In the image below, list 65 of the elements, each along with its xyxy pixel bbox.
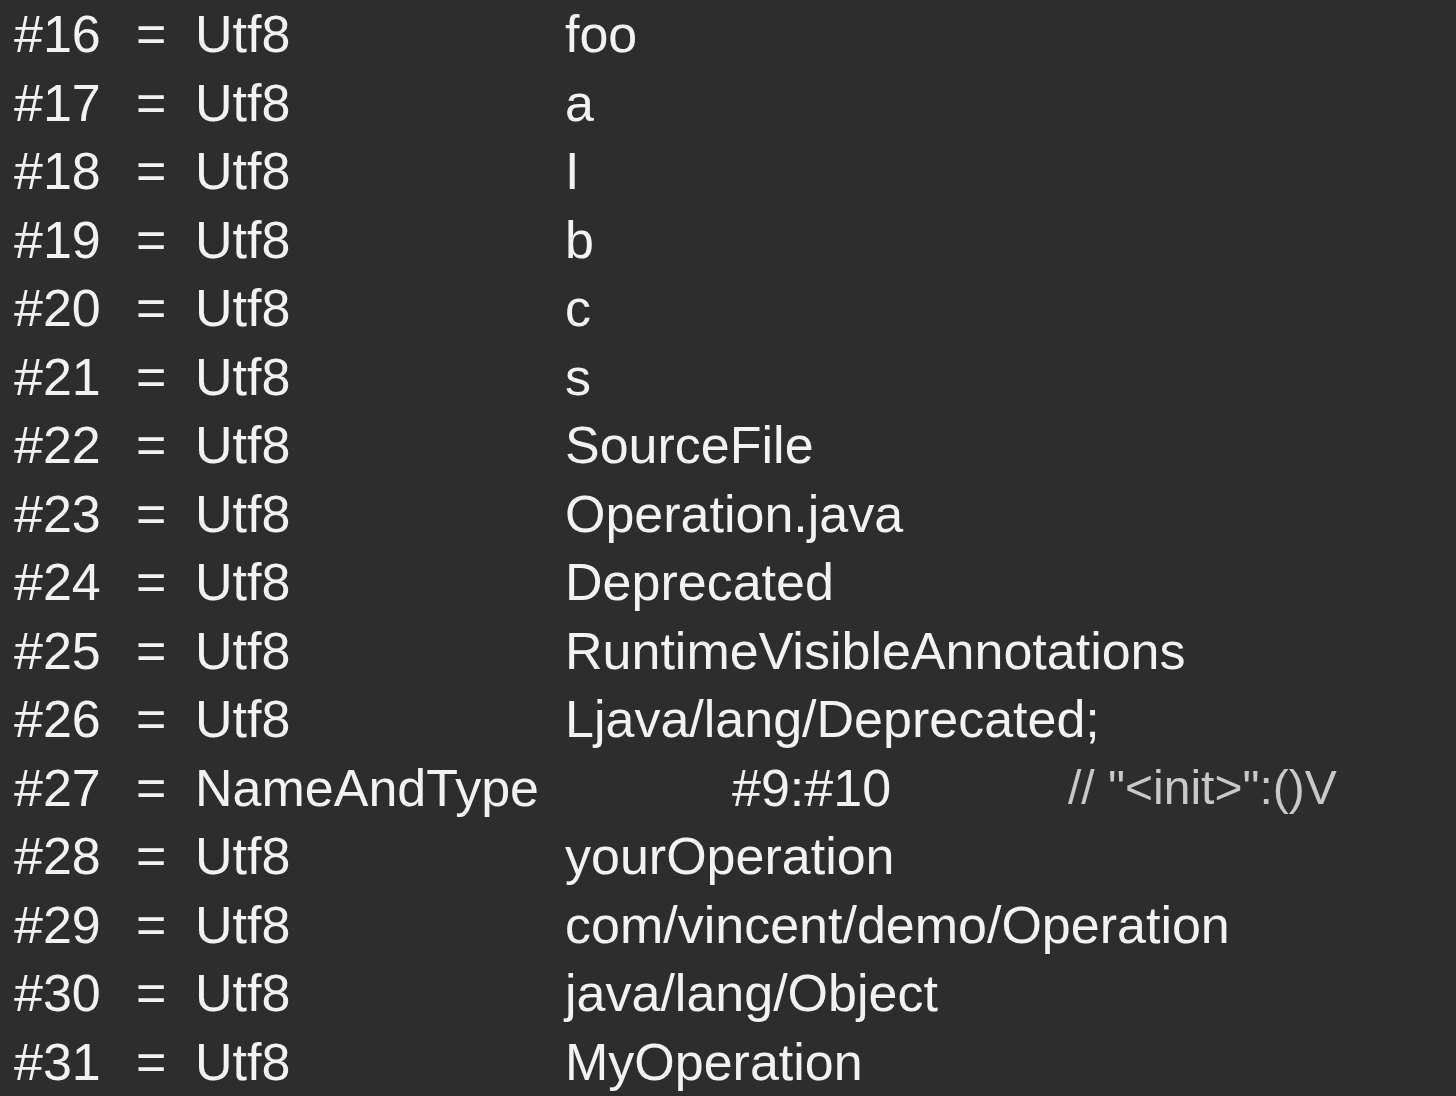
constant-type: Utf8 — [195, 415, 292, 477]
constant-value: java/lang/Object — [565, 963, 938, 1025]
constant-index: #25 — [14, 620, 102, 682]
constant-value: yourOperation — [565, 826, 895, 888]
constant-index: #22 — [14, 415, 102, 477]
equals-sign: = — [136, 415, 168, 477]
constant-value: RuntimeVisibleAnnotations — [565, 620, 1186, 682]
equals-sign: = — [136, 72, 168, 134]
constant-index: #18 — [14, 141, 102, 203]
constant-value: c — [565, 278, 591, 340]
constant-type: Utf8 — [195, 689, 292, 751]
constant-value: SourceFile — [565, 415, 814, 477]
equals-sign: = — [136, 141, 168, 203]
constant-type: Utf8 — [195, 1031, 292, 1093]
constant-index: #27 — [14, 757, 102, 819]
constant-value: MyOperation — [565, 1031, 863, 1093]
equals-sign: = — [136, 1031, 168, 1093]
constant-value: com/vincent/demo/Operation — [565, 894, 1230, 956]
constant-index: #20 — [14, 278, 102, 340]
equals-sign: = — [136, 963, 168, 1025]
constant-index: #30 — [14, 963, 102, 1025]
constant-type: Utf8 — [195, 4, 292, 66]
constant-type: Utf8 — [195, 552, 292, 614]
equals-sign: = — [136, 894, 168, 956]
code-comment: // "<init>":()V — [1068, 759, 1337, 816]
constant-type: Utf8 — [195, 620, 292, 682]
equals-sign: = — [136, 346, 168, 408]
constant-value: Operation.java — [565, 483, 904, 545]
equals-sign: = — [136, 278, 168, 340]
constant-type: Utf8 — [195, 826, 292, 888]
constant-type: NameAndType — [195, 757, 540, 819]
constant-index: #23 — [14, 483, 102, 545]
equals-sign: = — [136, 757, 168, 819]
constant-type: Utf8 — [195, 963, 292, 1025]
equals-sign: = — [136, 483, 168, 545]
constant-type: Utf8 — [195, 141, 292, 203]
constant-index: #16 — [14, 4, 102, 66]
equals-sign: = — [136, 552, 168, 614]
constant-index: #24 — [14, 552, 102, 614]
equals-sign: = — [136, 4, 168, 66]
constant-value: Ljava/lang/Deprecated; — [565, 689, 1100, 751]
constant-type: Utf8 — [195, 483, 292, 545]
constant-type: Utf8 — [195, 209, 292, 271]
constant-index: #28 — [14, 826, 102, 888]
constant-type: Utf8 — [195, 346, 292, 408]
constant-value: b — [565, 209, 594, 271]
constant-index: #26 — [14, 689, 102, 751]
constant-value: s — [565, 346, 591, 408]
constant-index: #29 — [14, 894, 102, 956]
constant-value: #9:#10 — [732, 757, 893, 819]
constant-index: #19 — [14, 209, 102, 271]
constant-index: #21 — [14, 346, 102, 408]
equals-sign: = — [136, 209, 168, 271]
constant-index: #31 — [14, 1031, 102, 1093]
constant-value: I — [565, 141, 580, 203]
constant-index: #17 — [14, 72, 102, 134]
constant-type: Utf8 — [195, 278, 292, 340]
equals-sign: = — [136, 689, 168, 751]
constant-type: Utf8 — [195, 894, 292, 956]
constant-value: Deprecated — [565, 552, 834, 614]
equals-sign: = — [136, 620, 168, 682]
constant-type: Utf8 — [195, 72, 292, 134]
constant-value: a — [565, 72, 594, 134]
equals-sign: = — [136, 826, 168, 888]
constant-value: foo — [565, 4, 638, 66]
